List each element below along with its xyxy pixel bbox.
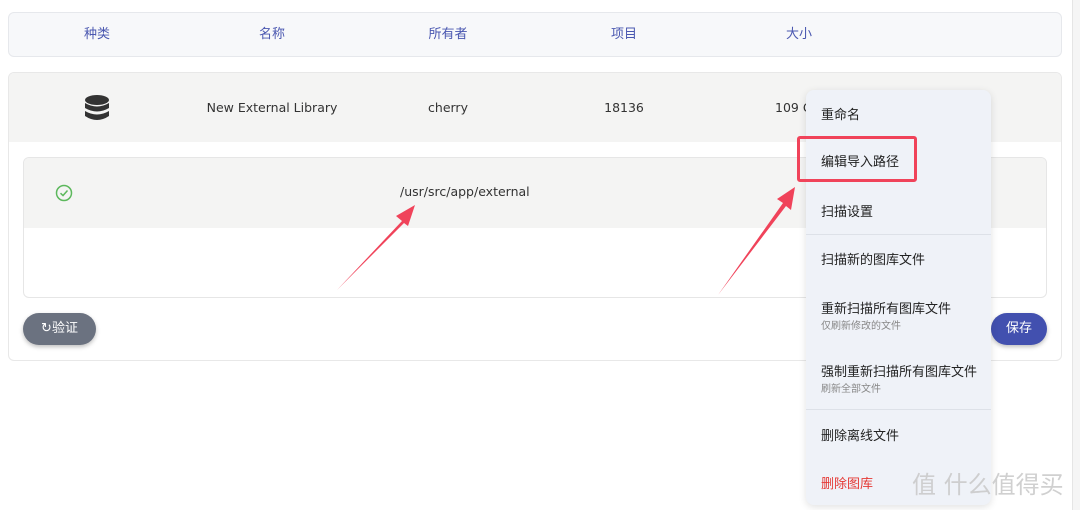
watermark: 值 什么值得买 <box>912 471 1064 499</box>
arrow-icon <box>337 187 795 295</box>
annotation-arrows <box>337 187 795 295</box>
scrollbar[interactable] <box>1072 0 1080 510</box>
